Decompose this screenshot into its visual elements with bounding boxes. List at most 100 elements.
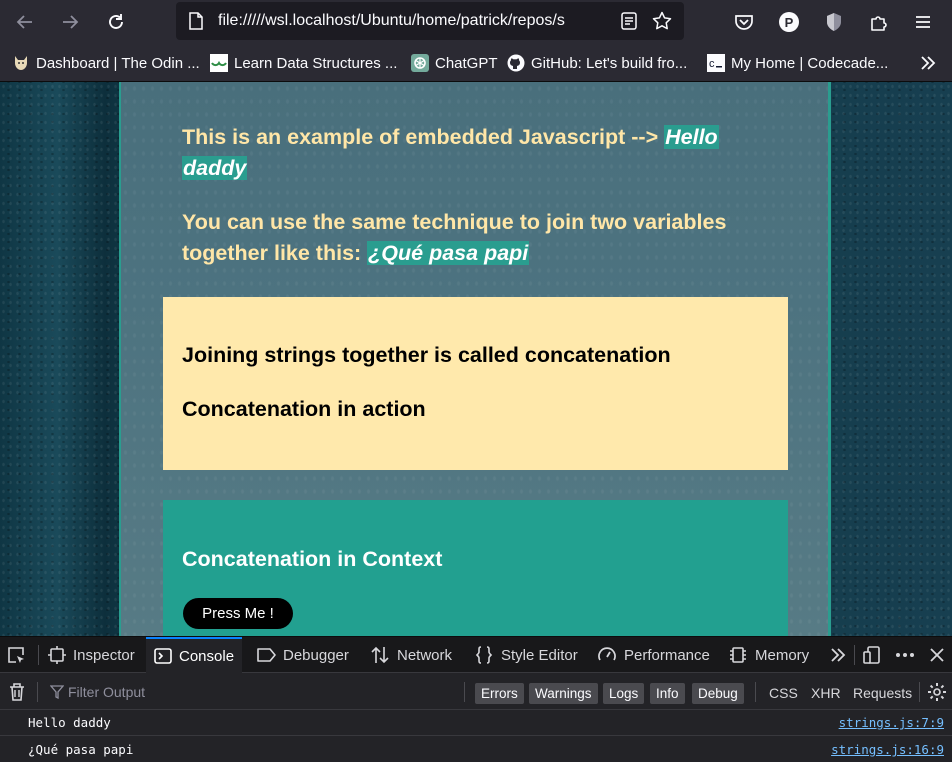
- concat-prefix-line1: You can use the same technique to join t…: [182, 210, 727, 234]
- bookmarks-bar: Dashboard | The Odin ... Learn Data Stru…: [0, 44, 952, 82]
- tab-label: Inspector: [73, 646, 135, 664]
- context-card: Concatenation in Context Press Me !: [163, 500, 788, 636]
- bookmark-label: Learn Data Structures ...: [234, 54, 398, 72]
- performance-gauge-icon: [598, 647, 616, 661]
- tab-label: Style Editor: [501, 646, 578, 664]
- concat-value: ¿Qué pasa papi: [367, 241, 530, 265]
- concat-prefix-line2: together like this:: [182, 241, 368, 265]
- chatgpt-icon: [411, 54, 429, 72]
- geeksforgeeks-icon: [210, 54, 228, 72]
- embedded-js-prefix: This is an example of embedded Javascrip…: [182, 125, 665, 149]
- filter-css-toggle[interactable]: CSS: [769, 683, 798, 704]
- filter-errors-toggle[interactable]: Errors: [475, 683, 524, 704]
- reader-view-icon[interactable]: [620, 12, 638, 30]
- tab-label: Network: [397, 646, 453, 664]
- bookmark-geeks[interactable]: Learn Data Structures ...: [210, 52, 397, 74]
- pick-element-button[interactable]: [6, 637, 26, 673]
- privacy-shield-button[interactable]: [818, 6, 850, 38]
- filter-logs-toggle[interactable]: Logs: [603, 683, 645, 704]
- profile-button[interactable]: P: [773, 6, 805, 38]
- console-settings-button[interactable]: [927, 682, 947, 706]
- menu-button[interactable]: [907, 6, 939, 38]
- bookmark-chatgpt[interactable]: ChatGPT: [411, 52, 498, 74]
- bookmark-label: Dashboard | The Odin ...: [36, 54, 200, 72]
- embedded-js-text: This is an example of embedded Javascrip…: [182, 122, 792, 184]
- responsive-design-button[interactable]: [862, 637, 882, 673]
- log-message: Hello daddy: [28, 715, 111, 730]
- log-source-link[interactable]: strings.js:7:9: [839, 715, 944, 730]
- bookmark-label: My Home | Codecade...: [731, 54, 889, 72]
- console-log-row: ¿Qué pasa papi strings.js:16:9: [0, 737, 952, 762]
- tab-memory[interactable]: Memory: [728, 637, 809, 673]
- pocket-button[interactable]: [728, 6, 760, 38]
- tab-console[interactable]: Console: [146, 637, 243, 673]
- filter-info-toggle[interactable]: Info: [650, 683, 685, 704]
- bookmark-label: GitHub: Let's build fro...: [531, 54, 688, 72]
- browser-toolbar: file://///wsl.localhost/Ubuntu/home/patr…: [0, 0, 952, 44]
- github-icon: [507, 54, 525, 72]
- filter-separator: [755, 682, 756, 702]
- filter-separator: [37, 682, 38, 702]
- console-log-row: Hello daddy strings.js:7:9: [0, 710, 952, 736]
- bookmark-star-icon[interactable]: [652, 11, 672, 31]
- embedded-js-value-2: daddy: [182, 156, 248, 180]
- more-tools-button[interactable]: [828, 637, 848, 673]
- concatenation-heading: Joining strings together is called conca…: [182, 343, 671, 367]
- log-message: ¿Qué pasa papi: [28, 742, 134, 757]
- bookmark-codecademy[interactable]: c My Home | Codecade...: [707, 52, 888, 74]
- curly-braces-icon: [475, 646, 493, 664]
- url-bar[interactable]: file://///wsl.localhost/Ubuntu/home/patr…: [176, 2, 684, 40]
- bookmarks-overflow-button[interactable]: [918, 52, 938, 74]
- inspector-icon: [48, 646, 66, 664]
- pocket-icon: [735, 15, 753, 30]
- embedded-js-value: Hello: [664, 125, 719, 149]
- trash-icon: [10, 683, 24, 701]
- press-me-button[interactable]: Press Me !: [183, 598, 293, 629]
- odin-logo-icon: [15, 56, 27, 70]
- filter-separator: [919, 682, 920, 702]
- reload-button[interactable]: [100, 6, 132, 38]
- bookmark-github[interactable]: GitHub: Let's build fro...: [507, 52, 687, 74]
- tab-separator: [854, 645, 855, 665]
- page-viewport: This is an example of embedded Javascrip…: [0, 82, 952, 636]
- tab-inspector[interactable]: Inspector: [48, 637, 135, 673]
- tab-style-editor[interactable]: Style Editor: [474, 637, 578, 673]
- extensions-button[interactable]: [863, 6, 895, 38]
- context-heading: Concatenation in Context: [182, 547, 443, 571]
- filter-output-input[interactable]: [46, 681, 456, 703]
- codecademy-icon: c: [707, 54, 725, 72]
- tab-network[interactable]: Network: [370, 637, 452, 673]
- devtools-options-button[interactable]: [894, 637, 916, 673]
- concat-variables-text: You can use the same technique to join t…: [182, 207, 792, 269]
- tab-performance[interactable]: Performance: [597, 637, 710, 673]
- filter-warnings-toggle[interactable]: Warnings: [529, 683, 598, 704]
- devtools-tab-bar: Inspector Console Debugger Network Style…: [0, 637, 952, 673]
- ellipsis-icon: [896, 653, 914, 657]
- tab-separator: [38, 645, 39, 665]
- console-filter-bar: Errors Warnings Logs Info Debug CSS XHR …: [0, 674, 952, 710]
- filter-xhr-toggle[interactable]: XHR: [811, 683, 841, 704]
- bookmark-label: ChatGPT: [435, 54, 498, 72]
- forward-button[interactable]: [54, 6, 86, 38]
- back-arrow-icon: [16, 15, 32, 29]
- tab-label: Debugger: [283, 646, 349, 664]
- close-devtools-button[interactable]: [929, 637, 945, 673]
- url-text[interactable]: file://///wsl.localhost/Ubuntu/home/patr…: [218, 12, 608, 30]
- devtools-panel: Inspector Console Debugger Network Style…: [0, 636, 952, 762]
- pick-element-icon: [8, 647, 24, 663]
- shield-icon: [827, 13, 841, 31]
- clear-console-button[interactable]: [8, 682, 26, 706]
- responsive-mode-icon: [863, 646, 880, 664]
- concatenation-action-heading: Concatenation in action: [182, 397, 426, 421]
- tab-label: Console: [179, 647, 235, 665]
- close-icon: [930, 648, 944, 662]
- filter-debug-toggle[interactable]: Debug: [692, 683, 744, 704]
- bookmark-odin[interactable]: Dashboard | The Odin ...: [12, 52, 200, 74]
- tab-debugger[interactable]: Debugger: [256, 637, 349, 673]
- back-button[interactable]: [9, 6, 41, 38]
- log-source-link[interactable]: strings.js:16:9: [831, 742, 944, 757]
- concatenation-card: Joining strings together is called conca…: [163, 297, 788, 470]
- chevron-double-right-icon: [921, 56, 936, 70]
- filter-requests-toggle[interactable]: Requests: [853, 683, 912, 704]
- memory-chip-icon: [730, 647, 746, 663]
